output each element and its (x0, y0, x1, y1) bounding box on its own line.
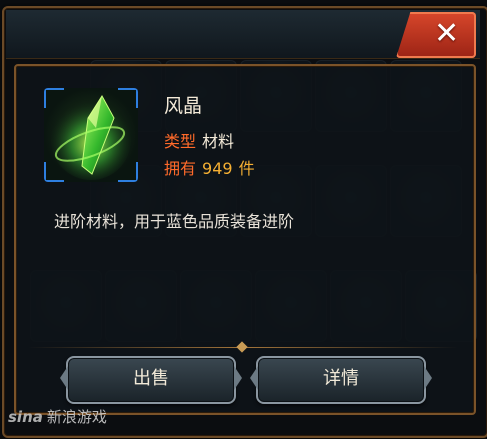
item-owned-unit: 件 (238, 159, 255, 178)
icon-frame-corner (118, 88, 138, 108)
watermark-text: 新浪游戏 (46, 408, 107, 426)
icon-frame-corner (118, 162, 138, 182)
item-owned-count: 949 (202, 159, 233, 178)
item-name: 风晶 (164, 95, 203, 117)
sina-logo: sina (8, 408, 43, 426)
details-button[interactable]: 详情 (250, 356, 432, 404)
item-owned-row: 拥有 949 件 (164, 155, 255, 179)
item-type-value: 材料 (202, 132, 235, 151)
watermark: sina 新浪游戏 (8, 406, 107, 427)
icon-frame-corner (44, 88, 64, 108)
item-type-row: 类型 材料 (164, 128, 234, 152)
item-description: 进阶材料，用于蓝色品质装备进阶 (54, 212, 295, 231)
close-icon: ✕ (434, 16, 460, 51)
sell-button[interactable]: 出售 (60, 356, 242, 404)
item-type-label: 类型 (164, 132, 197, 151)
sell-button-label: 出售 (133, 368, 169, 389)
details-button-label: 详情 (323, 368, 359, 389)
item-owned-label: 拥有 (164, 159, 197, 178)
icon-frame-corner (44, 162, 64, 182)
green-crystal-icon (44, 88, 138, 182)
